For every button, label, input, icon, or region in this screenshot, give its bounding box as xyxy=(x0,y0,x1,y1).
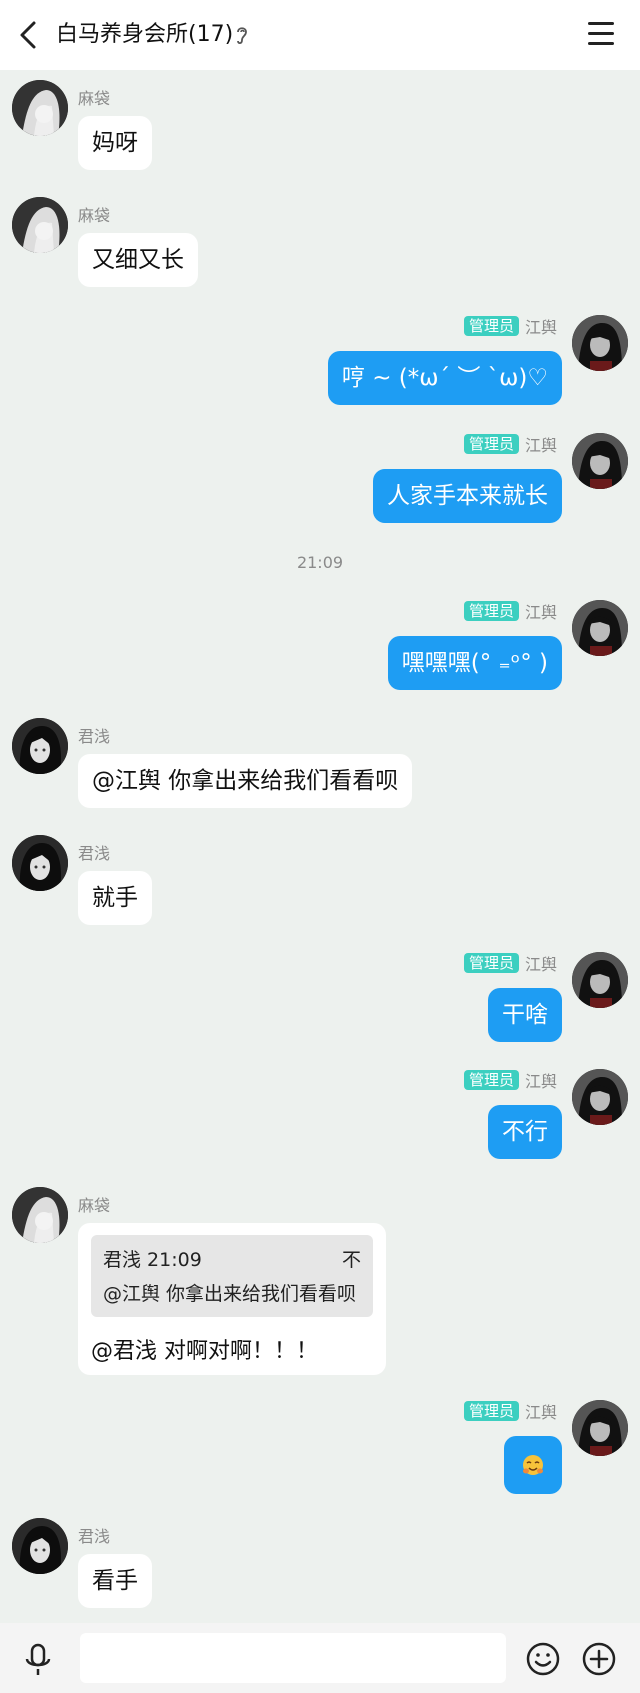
sender-name: 君浅 xyxy=(78,1527,111,1546)
sender-name: 江舆 xyxy=(524,1403,557,1422)
menu-icon[interactable] xyxy=(588,22,614,46)
message-bubble[interactable]: 不行 xyxy=(488,1105,562,1159)
avatar-madai[interactable] xyxy=(12,197,68,253)
reply-text: @君浅 对啊对啊！！！ xyxy=(91,1339,318,1364)
message-bubble[interactable]: 嘿嘿嘿(° ₌ᵒ° ) xyxy=(387,636,562,690)
admin-badge: 管理员 xyxy=(463,953,519,973)
message-bubble[interactable]: 妈呀 xyxy=(78,116,152,170)
emoji-message-bubble[interactable] xyxy=(504,1436,562,1494)
input-bar xyxy=(0,1623,640,1693)
quoted-text: @江舆 你拿出来给我们看看呗 xyxy=(103,1283,357,1305)
sender-name: 江舆 xyxy=(524,955,557,974)
avatar-madai[interactable] xyxy=(12,80,68,136)
avatar-junqian[interactable] xyxy=(12,835,68,891)
quoted-pin-label: 不 xyxy=(341,1249,361,1271)
sender-meta: 管理员 江舆 xyxy=(463,433,557,455)
message-bubble[interactable]: 就手 xyxy=(78,871,152,925)
admin-badge: 管理员 xyxy=(463,434,519,454)
back-arrow-icon[interactable] xyxy=(14,19,44,51)
message-bubble[interactable]: @江舆 你拿出来给我们看看呗 xyxy=(78,754,413,808)
chat-title: 白马养身会所(17) xyxy=(56,22,234,47)
message-bubble[interactable]: 人家手本来就长 xyxy=(373,469,562,523)
admin-badge: 管理员 xyxy=(463,316,519,336)
avatar-jiangyu[interactable] xyxy=(572,952,628,1008)
timestamp: 21:09 xyxy=(296,553,344,572)
reply-message-bubble[interactable]: 君浅 21:09 不 @江舆 你拿出来给我们看看呗 @君浅 对啊对啊！！！ xyxy=(78,1223,386,1375)
sender-name: 江舆 xyxy=(524,318,557,337)
message-bubble[interactable]: 看手 xyxy=(78,1554,152,1608)
avatar-jiangyu[interactable] xyxy=(572,1069,628,1125)
sender-name: 君浅 xyxy=(78,844,111,863)
quoted-header: 君浅 21:09 xyxy=(103,1249,202,1271)
emoji-icon[interactable] xyxy=(526,1642,560,1676)
avatar-jiangyu[interactable] xyxy=(572,433,628,489)
sender-name: 江舆 xyxy=(524,436,557,455)
admin-badge: 管理员 xyxy=(463,601,519,621)
sender-meta: 管理员 江舆 xyxy=(463,1400,557,1422)
message-bubble[interactable]: 干啥 xyxy=(488,988,562,1042)
sender-meta: 管理员 江舆 xyxy=(463,315,557,337)
avatar-junqian[interactable] xyxy=(12,1518,68,1574)
sender-meta: 管理员 江舆 xyxy=(463,952,557,974)
hugging-face-emoji-icon xyxy=(523,1455,543,1475)
sender-name: 江舆 xyxy=(524,603,557,622)
sender-name: 麻袋 xyxy=(78,89,111,108)
message-bubble[interactable]: 哼 ~ (*ω´ ︶ `ω)♡ xyxy=(327,351,562,405)
sender-name: 君浅 xyxy=(78,727,111,746)
avatar-madai[interactable] xyxy=(12,1187,68,1243)
message-bubble[interactable]: 又细又长 xyxy=(78,233,198,287)
admin-badge: 管理员 xyxy=(463,1401,519,1421)
avatar-junqian[interactable] xyxy=(12,718,68,774)
sender-meta: 管理员 江舆 xyxy=(463,1069,557,1091)
sender-name: 麻袋 xyxy=(78,206,111,225)
avatar-jiangyu[interactable] xyxy=(572,1400,628,1456)
plus-icon[interactable] xyxy=(582,1642,616,1676)
avatar-jiangyu[interactable] xyxy=(572,600,628,656)
quoted-message[interactable]: 君浅 21:09 不 @江舆 你拿出来给我们看看呗 xyxy=(91,1235,373,1317)
microphone-icon[interactable] xyxy=(24,1643,52,1677)
avatar-jiangyu[interactable] xyxy=(572,315,628,371)
sender-meta: 管理员 江舆 xyxy=(463,600,557,622)
admin-badge: 管理员 xyxy=(463,1070,519,1090)
sender-name: 江舆 xyxy=(524,1072,557,1091)
message-input[interactable] xyxy=(80,1633,506,1683)
chat-header: 白马养身会所(17) xyxy=(0,0,640,70)
ear-icon[interactable] xyxy=(234,24,250,46)
sender-name: 麻袋 xyxy=(78,1196,111,1215)
